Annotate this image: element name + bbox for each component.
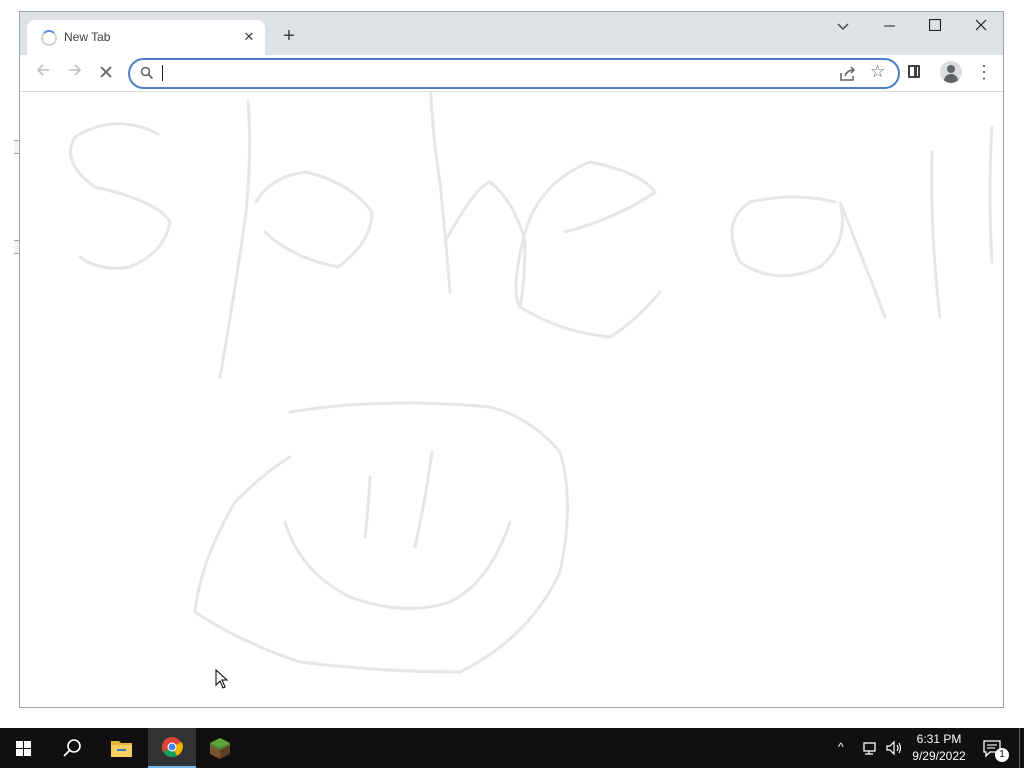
system-clock[interactable]: 6:31 PM 9/29/2022 xyxy=(906,731,972,765)
stop-loading-button[interactable] xyxy=(91,58,121,88)
kebab-menu-icon[interactable]: ⋮ xyxy=(975,60,993,84)
start-button[interactable] xyxy=(0,728,48,768)
browser-toolbar: ☆ ⋮ xyxy=(20,55,1003,92)
chrome-taskbar-button[interactable] xyxy=(148,728,196,768)
address-bar[interactable]: ☆ xyxy=(128,58,900,89)
profile-avatar-icon[interactable] xyxy=(940,61,962,83)
text-caret xyxy=(162,65,163,81)
tab-title: New Tab xyxy=(64,30,111,44)
maximize-icon xyxy=(928,18,942,32)
loading-spinner-icon xyxy=(41,30,57,46)
file-explorer-button[interactable] xyxy=(97,728,145,768)
minimize-icon xyxy=(883,25,895,27)
mouse-cursor-icon xyxy=(215,669,229,689)
arrow-left-icon xyxy=(36,64,49,76)
tray-chevron-up-icon[interactable]: ^ xyxy=(838,740,844,754)
close-button[interactable] xyxy=(958,12,1004,40)
background-doodle xyxy=(69,92,994,674)
back-button[interactable] xyxy=(28,58,58,88)
taskbar-search-button[interactable] xyxy=(48,728,96,768)
tab-close-icon[interactable]: ✕ xyxy=(239,27,259,47)
page-content xyxy=(20,92,1003,707)
grass-block-icon xyxy=(210,738,230,759)
side-panel-icon[interactable] xyxy=(908,65,920,78)
share-icon[interactable] xyxy=(838,64,858,84)
search-icon xyxy=(140,66,154,80)
notification-count-badge: 1 xyxy=(995,748,1009,762)
clock-time: 6:31 PM xyxy=(916,732,962,746)
bookmark-star-icon[interactable]: ☆ xyxy=(870,62,885,82)
minecraft-taskbar-button[interactable] xyxy=(196,728,244,768)
clock-date: 9/29/2022 xyxy=(912,749,966,763)
tab-strip: New Tab ✕ + xyxy=(20,12,1003,55)
maximize-button[interactable] xyxy=(912,12,958,40)
taskbar: ^ 6:31 PM 9/29/2022 1 xyxy=(0,728,1024,768)
avatar-body xyxy=(944,74,958,83)
new-tab-button[interactable]: + xyxy=(278,25,300,47)
volume-icon[interactable] xyxy=(885,739,903,757)
tab-search-button[interactable] xyxy=(820,12,866,40)
avatar-head xyxy=(947,65,955,73)
close-icon xyxy=(975,19,987,31)
close-icon xyxy=(100,66,112,78)
windows-logo-icon xyxy=(16,741,31,756)
folder-icon xyxy=(111,741,132,757)
minimize-button[interactable] xyxy=(866,12,912,40)
network-icon[interactable] xyxy=(862,739,880,757)
arrow-right-icon xyxy=(69,64,82,76)
show-desktop-button[interactable] xyxy=(1019,728,1024,768)
browser-window: New Tab ✕ + ☆ ⋮ xyxy=(19,11,1004,708)
search-icon xyxy=(63,739,81,757)
chevron-down-icon xyxy=(837,23,849,30)
forward-button[interactable] xyxy=(60,58,90,88)
chrome-logo-icon xyxy=(162,737,183,758)
tab-new-tab[interactable]: New Tab ✕ xyxy=(27,20,265,55)
